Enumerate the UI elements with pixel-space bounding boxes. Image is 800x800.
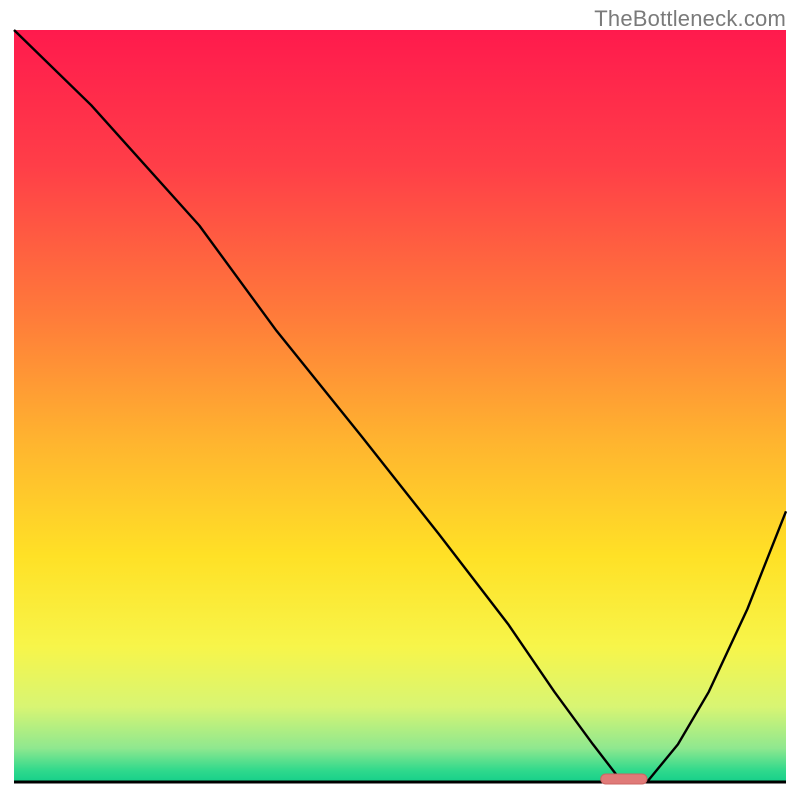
gradient-background [14, 30, 786, 782]
recommended-range-marker [601, 774, 647, 784]
bottleneck-chart [12, 28, 788, 788]
chart-svg [12, 28, 788, 788]
